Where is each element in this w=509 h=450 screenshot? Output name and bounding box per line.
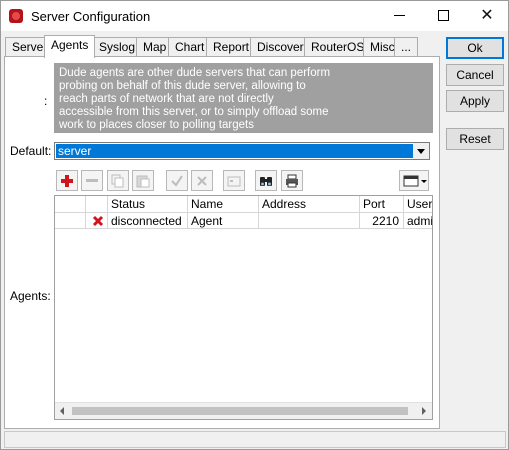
column-header-status[interactable]: Status (108, 196, 188, 213)
info-line: reach parts of network that are not dire… (59, 93, 274, 105)
default-label: Default: (10, 144, 52, 158)
column-header-name[interactable]: Name (188, 196, 259, 213)
print-button[interactable] (281, 170, 303, 191)
paste-icon (136, 175, 150, 188)
info-line: work to places closer to polling targets (59, 119, 254, 131)
row-address (259, 213, 360, 229)
remove-icon (86, 179, 98, 182)
server-configuration-window: Server Configuration ✕ Server Agents Sys… (0, 0, 509, 450)
tab-syslog[interactable]: Syslog (92, 37, 143, 57)
add-icon (61, 175, 73, 187)
enable-button[interactable] (166, 170, 188, 191)
scroll-right-icon[interactable] (422, 407, 426, 415)
reset-button[interactable]: Reset (446, 128, 504, 150)
find-button[interactable] (255, 170, 277, 191)
status-bar (4, 431, 506, 448)
info-line: probing on behalf of this dude server, a… (59, 80, 306, 92)
info-line: accessible from this server, or to simpl… (59, 106, 329, 118)
dude-app-icon (9, 9, 23, 23)
cross-icon (197, 176, 207, 186)
comment-button[interactable] (223, 170, 245, 191)
default-agent-value: server (56, 144, 413, 158)
row-port: 2210 (360, 213, 404, 229)
row-user: admin (404, 213, 432, 229)
disable-button[interactable] (191, 170, 213, 191)
column-header-icon[interactable] (86, 196, 108, 213)
tab-agents[interactable]: Agents (44, 35, 96, 58)
default-agent-select[interactable]: server (54, 142, 430, 160)
window-title: Server Configuration (31, 9, 151, 24)
maximize-icon (437, 10, 449, 22)
row-cell-blank (55, 213, 86, 229)
copy-icon (111, 174, 124, 188)
info-line: Dude agents are other dude servers that … (59, 67, 331, 79)
scroll-left-icon[interactable] (60, 407, 64, 415)
cancel-button[interactable]: Cancel (446, 64, 504, 86)
binoculars-icon (260, 177, 272, 186)
remove-button[interactable] (81, 170, 103, 191)
comment-icon (227, 176, 241, 187)
info-description: Dude agents are other dude servers that … (54, 63, 433, 133)
error-x-icon (92, 215, 104, 227)
columns-menu-button[interactable] (399, 170, 429, 191)
tab-chart[interactable]: Chart (168, 37, 212, 57)
horizontal-scrollbar[interactable] (55, 402, 432, 419)
row-status: disconnected (108, 213, 188, 229)
column-header-address[interactable]: Address (259, 196, 360, 213)
row-name: Agent (188, 213, 259, 229)
tab-discover[interactable]: Discover (250, 37, 311, 57)
tab-report[interactable]: Report (206, 37, 257, 57)
column-header-blank[interactable] (55, 196, 86, 213)
agents-table[interactable]: Status Name Address Port User disconnect… (54, 195, 433, 420)
tab-more[interactable]: ... (394, 37, 419, 57)
column-header-port[interactable]: Port (360, 196, 404, 213)
close-button[interactable]: ✕ (469, 1, 505, 31)
scroll-thumb[interactable] (72, 407, 408, 415)
maximize-button[interactable] (425, 1, 461, 31)
add-button[interactable] (56, 170, 78, 191)
copy-button[interactable] (107, 170, 129, 191)
chevron-down-icon[interactable] (413, 143, 429, 159)
printer-icon (286, 174, 298, 188)
minimize-icon (393, 15, 405, 17)
title-bar: Server Configuration ✕ (1, 1, 508, 31)
check-icon (171, 175, 183, 187)
minimize-button[interactable] (381, 1, 417, 31)
tab-routeros[interactable]: RouterOS (304, 37, 372, 57)
paste-button[interactable] (132, 170, 154, 191)
agents-label: Agents: (10, 289, 51, 303)
row-status-icon-cell (86, 213, 108, 229)
column-header-user[interactable]: User (404, 196, 432, 213)
ok-button[interactable]: Ok (446, 37, 504, 59)
columns-icon (403, 175, 427, 187)
apply-button[interactable]: Apply (446, 90, 504, 112)
info-label: : (44, 94, 48, 108)
